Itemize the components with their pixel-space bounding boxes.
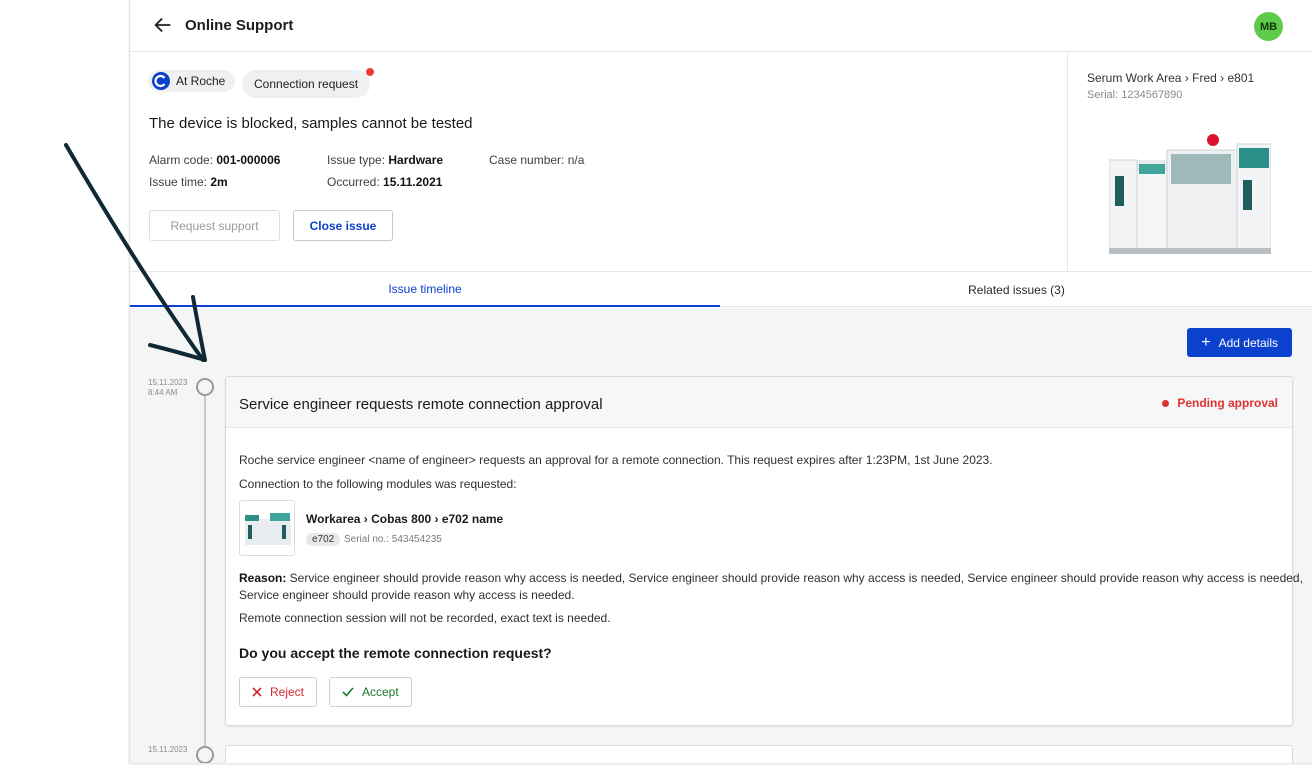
device-serial: Serial: 1234567890 — [1087, 89, 1183, 101]
card-header: Service engineer requests remote connect… — [226, 377, 1292, 428]
org-chip-label: At Roche — [176, 74, 226, 88]
status-badge: Pending approval — [1162, 396, 1278, 410]
module-thumbnail — [239, 500, 295, 556]
device-path: Serum Work Area › Fred › e801 — [1087, 71, 1255, 85]
tab-related-issues[interactable]: Related issues (3) — [720, 273, 1312, 307]
occurred-date: Occurred: 15.11.2021 — [327, 175, 443, 189]
tab-bar: Issue timeline Related issues (3) — [130, 273, 1312, 307]
issue-title: The device is blocked, samples cannot be… — [149, 115, 473, 132]
recording-note: Remote connection session will not be re… — [239, 611, 611, 625]
org-chip: At Roche — [148, 70, 236, 92]
timeline-node — [196, 378, 214, 396]
timeline-card — [225, 745, 1293, 763]
issue-time: Issue time: 2m — [149, 175, 228, 189]
accept-button[interactable]: Accept — [329, 677, 412, 707]
analyzer-device-image — [1109, 134, 1271, 254]
notification-dot — [366, 68, 375, 76]
accept-label: Accept — [362, 685, 399, 699]
reject-label: Reject — [270, 685, 305, 699]
connection-request-chip[interactable]: Connection request — [242, 68, 375, 98]
module-item: Workarea › Cobas 800 › e702 name e702 Se… — [239, 500, 569, 558]
timeline-area: + Add details 15.11.2023 8:44 AM Service … — [130, 308, 1312, 763]
page-title: Online Support — [185, 17, 294, 34]
modules-intro: Connection to the following modules was … — [239, 477, 517, 491]
module-serial: Serial no.: 543454235 — [344, 534, 442, 545]
issue-header: At Roche Connection request The device i… — [130, 52, 1312, 272]
reason-line-1: Reason: Service engineer should provide … — [239, 571, 1303, 585]
case-number: Case number: n/a — [489, 153, 585, 167]
check-icon — [342, 687, 354, 697]
back-arrow-icon[interactable] — [152, 14, 174, 36]
close-icon — [252, 687, 262, 697]
close-issue-button[interactable]: Close issue — [293, 210, 393, 241]
connection-request-label: Connection request — [254, 77, 359, 91]
status-dot-icon — [1162, 399, 1170, 407]
request-support-button[interactable]: Request support — [149, 210, 280, 241]
add-details-label: Add details — [1218, 335, 1278, 350]
status-label: Pending approval — [1177, 396, 1278, 410]
timeline-date: 15.11.2023 — [148, 745, 188, 754]
device-panel: Serum Work Area › Fred › e801 Serial: 12… — [1069, 52, 1312, 272]
app-window: Online Support MB At Roche Connection re… — [129, 0, 1312, 763]
timeline-node — [196, 746, 214, 763]
tab-issue-timeline[interactable]: Issue timeline — [130, 273, 720, 307]
module-tag: e702 — [306, 533, 341, 546]
issue-summary: At Roche Connection request The device i… — [130, 52, 1068, 272]
card-title: Service engineer requests remote connect… — [239, 396, 603, 413]
timeline-date: 15.11.2023 8:44 AM — [148, 378, 188, 397]
timeline-card: Service engineer requests remote connect… — [225, 376, 1303, 726]
add-details-button[interactable]: + Add details — [1187, 328, 1292, 357]
roche-logo-icon — [152, 72, 170, 90]
plus-icon: + — [1201, 333, 1211, 351]
module-name: Workarea › Cobas 800 › e702 name — [306, 512, 504, 526]
accept-question: Do you accept the remote connection requ… — [239, 645, 552, 661]
top-bar: Online Support MB — [130, 0, 1312, 52]
request-description: Roche service engineer <name of engineer… — [239, 453, 993, 467]
reason-line-2: Service engineer should provide reason w… — [239, 588, 575, 602]
avatar[interactable]: MB — [1254, 12, 1283, 41]
issue-type: Issue type: Hardware — [327, 153, 444, 167]
timeline-line — [204, 388, 206, 763]
reject-button[interactable]: Reject — [239, 677, 318, 707]
alarm-code: Alarm code: 001-000006 — [149, 153, 281, 167]
